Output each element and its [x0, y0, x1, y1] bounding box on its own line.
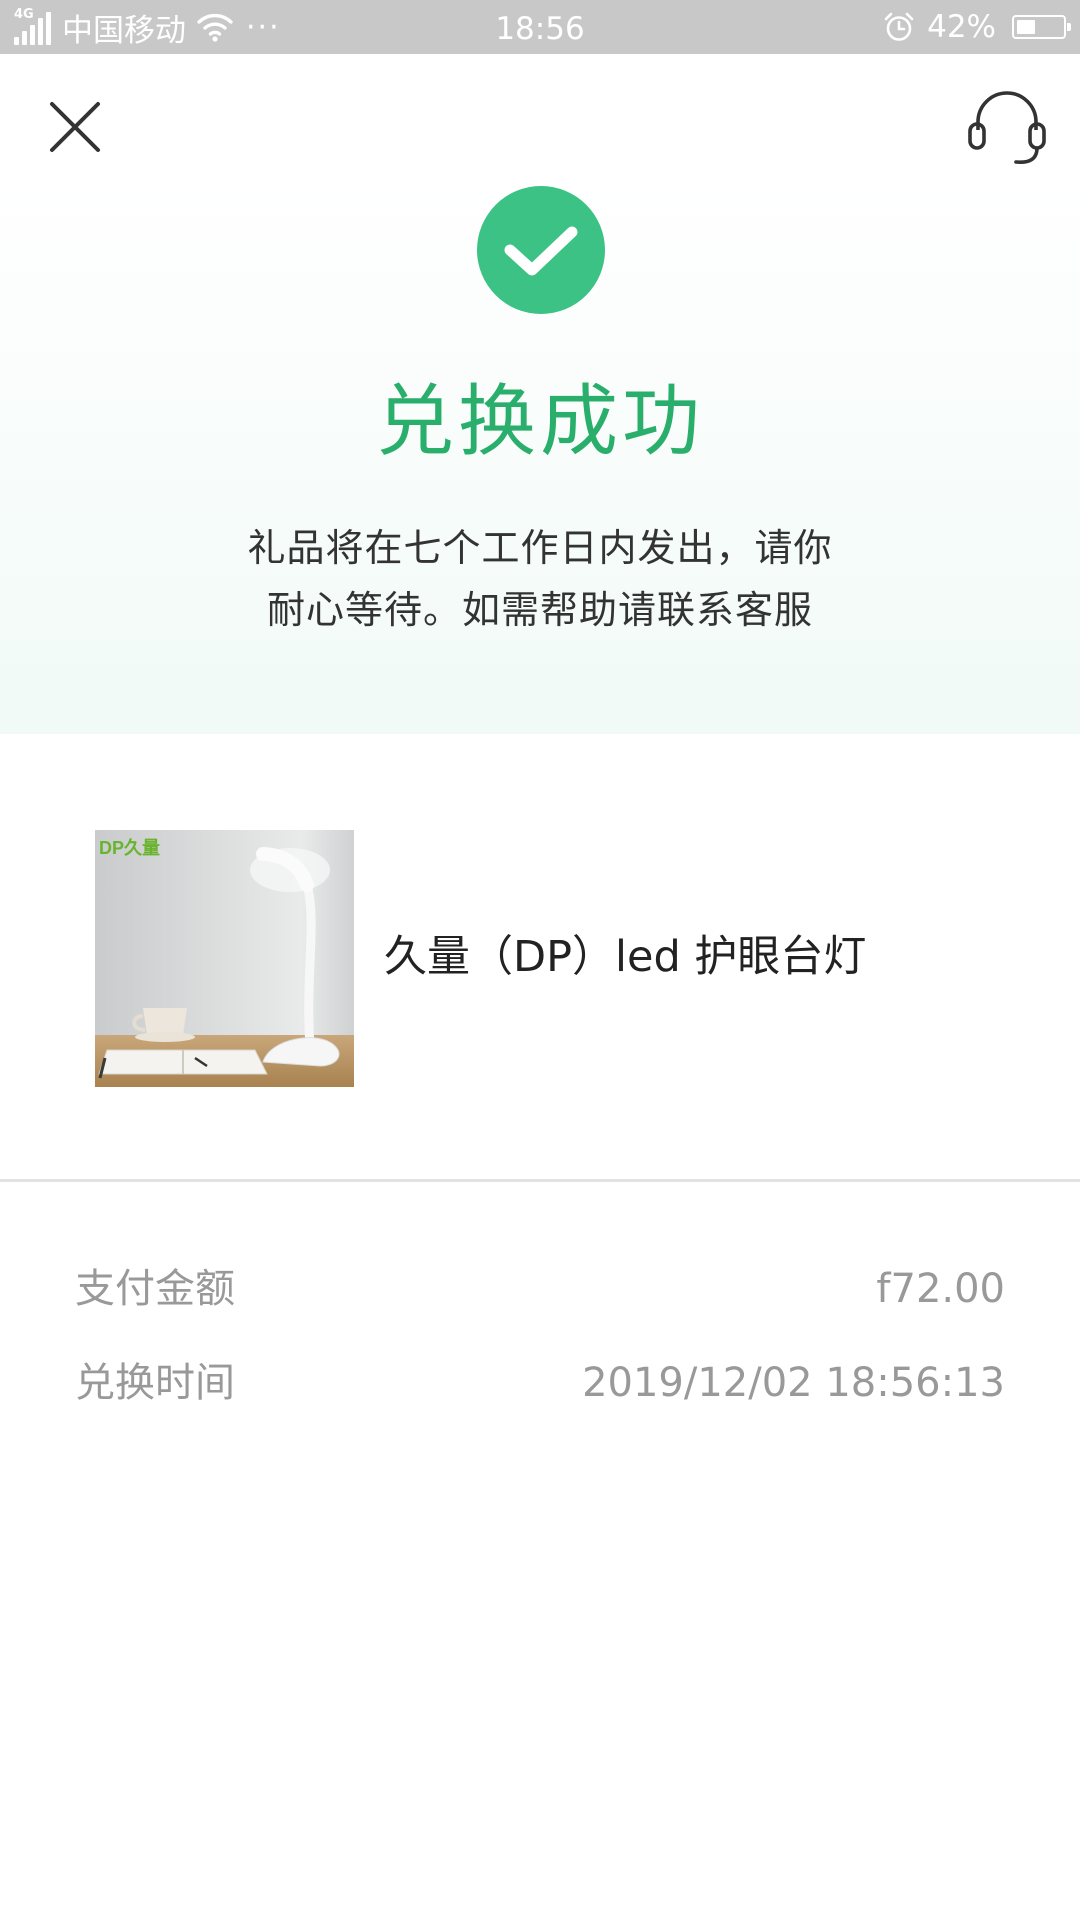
section-divider — [0, 1179, 1080, 1182]
payment-amount-value: f72.00 — [876, 1266, 1005, 1312]
exchange-time-value: 2019/12/02 18:56:13 — [582, 1360, 1005, 1406]
exchange-success-page: 4G 中国移动 ··· 18:56 42% 兑换成功 礼品将在七个工作日内发出，… — [0, 0, 1080, 1920]
battery-percent: 42% — [927, 9, 996, 45]
customer-service-button[interactable] — [964, 82, 1050, 168]
brand-logo: DP久量 — [99, 838, 161, 858]
payment-amount-row: 支付金额 f72.00 — [75, 1259, 1005, 1319]
headset-icon — [968, 91, 1046, 165]
battery-fill — [1017, 20, 1035, 34]
result-header: 兑换成功 礼品将在七个工作日内发出，请你 耐心等待。如需帮助请联系客服 — [0, 54, 1080, 734]
desk-lamp-image — [95, 830, 354, 1087]
status-bar-right: 42% — [883, 0, 1071, 54]
exchange-time-label: 兑换时间 — [75, 1360, 235, 1406]
payment-amount-label: 支付金额 — [75, 1266, 235, 1312]
product-card[interactable]: DP久量 久量（DP）led 护眼台灯 — [0, 734, 1080, 1179]
success-title: 兑换成功 — [375, 377, 704, 467]
close-button[interactable] — [38, 90, 110, 162]
success-description-line-1: 礼品将在七个工作日内发出，请你 — [247, 526, 833, 570]
close-icon — [50, 102, 100, 152]
check-circle-icon — [477, 186, 605, 314]
battery-icon — [1012, 15, 1071, 39]
alarm-icon — [884, 12, 914, 41]
success-description-line-2: 耐心等待。如需帮助请联系客服 — [266, 588, 813, 632]
success-description: 礼品将在七个工作日内发出，请你 耐心等待。如需帮助请联系客服 — [0, 517, 1080, 641]
product-name: 久量（DP）led 护眼台灯 — [384, 932, 867, 982]
status-bar: 4G 中国移动 ··· 18:56 42% — [0, 0, 1080, 54]
product-image: DP久量 — [95, 830, 354, 1087]
exchange-time-row: 兑换时间 2019/12/02 18:56:13 — [75, 1353, 1005, 1413]
